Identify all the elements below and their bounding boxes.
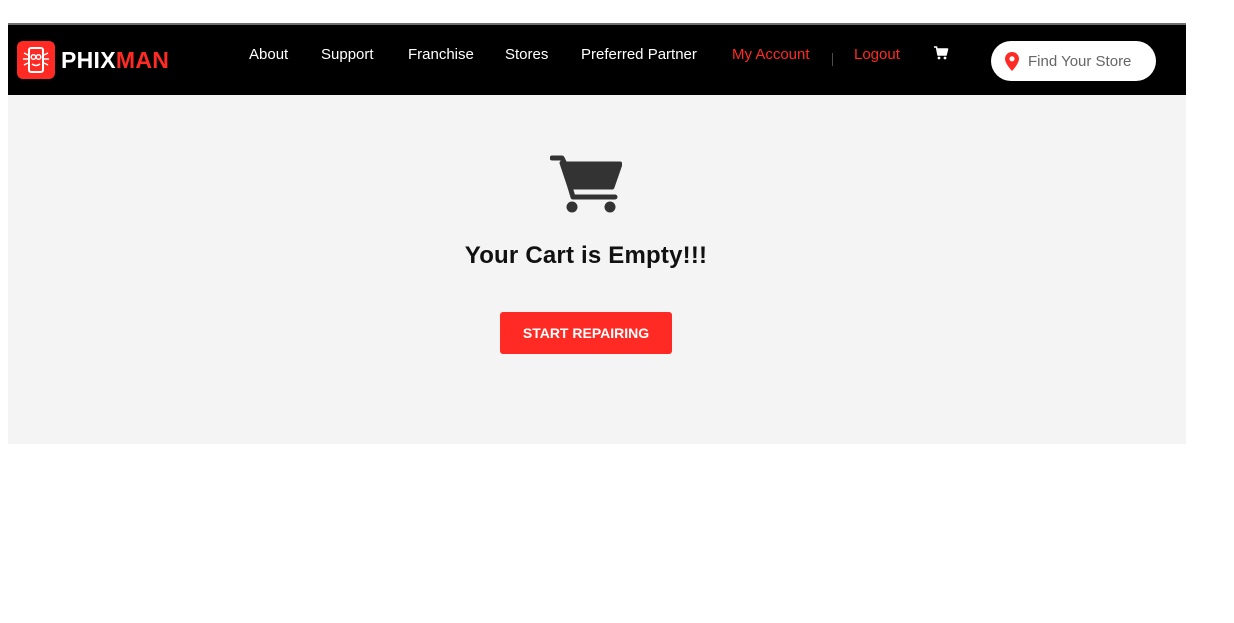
cart-content: Your Cart is Empty!!! START REPAIRING (8, 95, 1186, 444)
phixman-logo-icon (17, 41, 55, 79)
nav-logout[interactable]: Logout (854, 45, 900, 65)
brand-wordmark: PHIXMAN (61, 46, 170, 73)
nav-preferred-partner[interactable]: Preferred Partner (581, 45, 697, 65)
nav-my-account[interactable]: My Account (732, 45, 810, 65)
empty-cart-message: Your Cart is Empty!!! (464, 242, 708, 269)
brand-logo[interactable]: PHIXMAN (17, 40, 169, 80)
cart-icon[interactable] (933, 45, 949, 61)
nav-support[interactable]: Support (321, 45, 374, 65)
nav-stores[interactable]: Stores (505, 45, 548, 65)
start-repairing-button[interactable]: START REPAIRING (500, 312, 672, 354)
brand-name-part2: MAN (115, 46, 170, 73)
nav-franchise[interactable]: Franchise (408, 45, 474, 65)
shopping-cart-icon (550, 155, 622, 213)
map-pin-icon (1005, 51, 1019, 71)
find-store-input[interactable] (1026, 51, 1155, 71)
nav-separator (832, 53, 833, 66)
navbar: PHIXMAN About Support Franchise Stores P… (8, 25, 1186, 95)
find-store-search (991, 41, 1156, 81)
brand-name-part1: PHIX (61, 46, 116, 73)
nav-about[interactable]: About (249, 45, 288, 65)
